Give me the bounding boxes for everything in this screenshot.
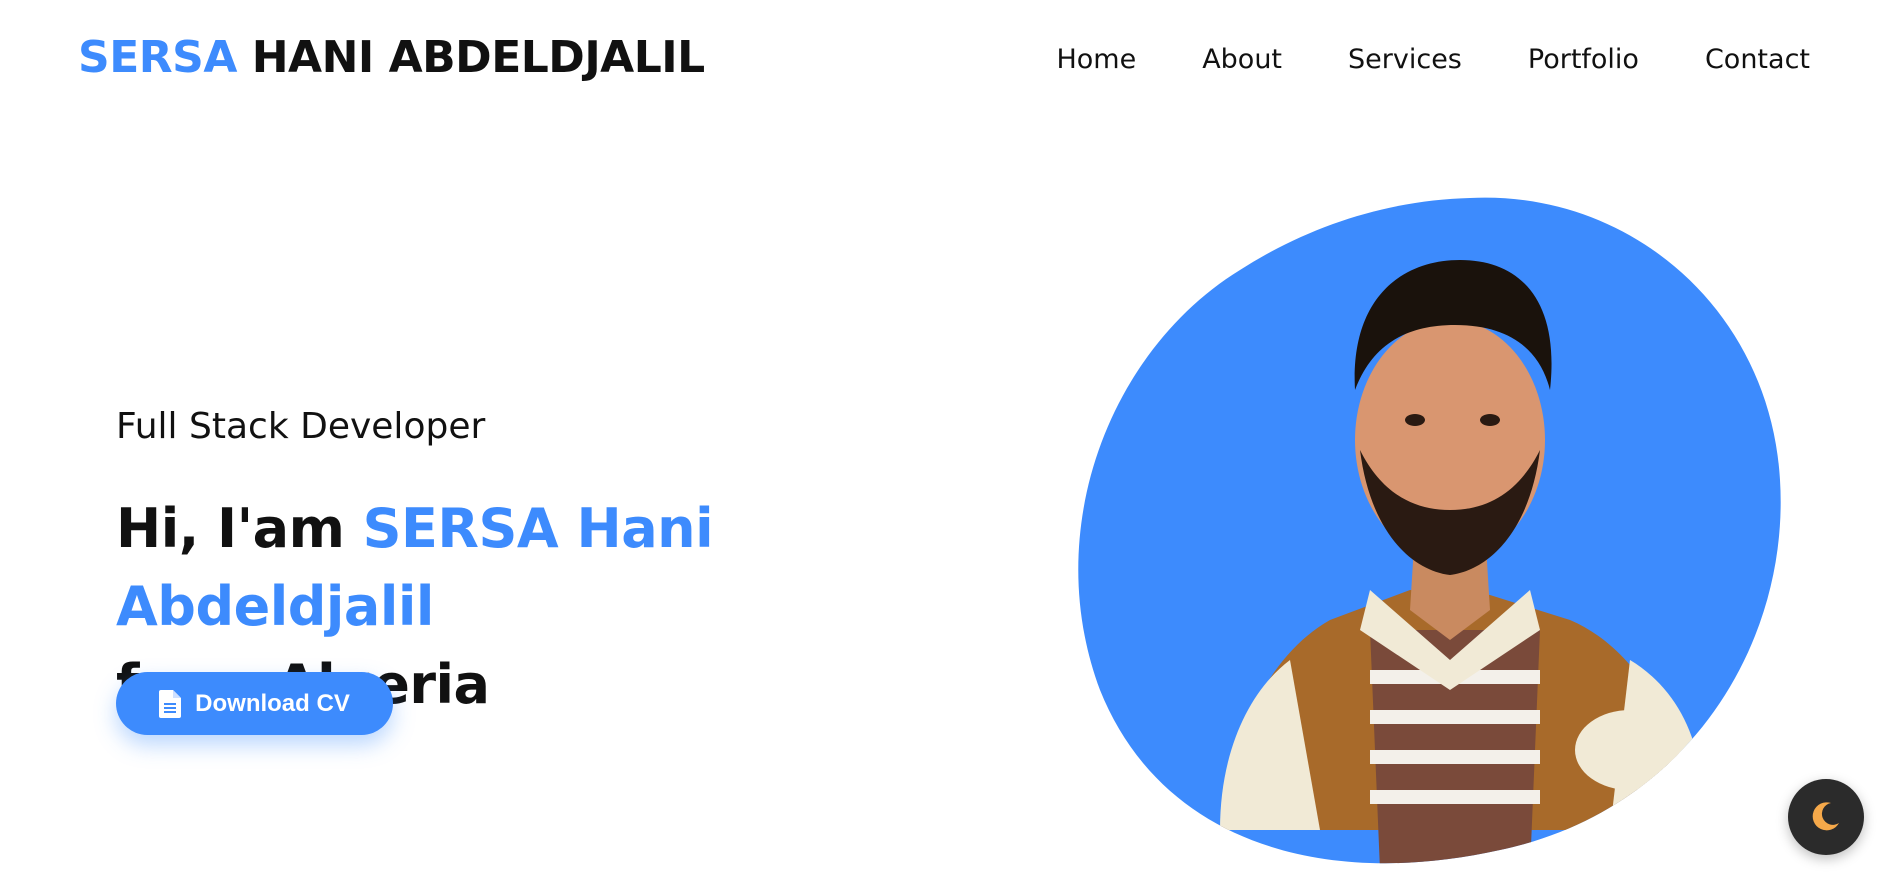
theme-toggle-button[interactable] (1788, 779, 1864, 855)
nav-portfolio[interactable]: Portfolio (1528, 44, 1639, 75)
page: SERSA HANI ABDELDJALIL Home About Servic… (0, 0, 1889, 877)
document-icon (159, 689, 182, 718)
hero-greeting: Hi, I'am (116, 497, 363, 560)
nav-home[interactable]: Home (1056, 44, 1136, 75)
logo-text: HANI ABDELDJALIL (236, 32, 705, 83)
site-logo[interactable]: SERSA HANI ABDELDJALIL (78, 32, 705, 83)
hero-role: Full Stack Developer (116, 406, 486, 447)
nav-services[interactable]: Services (1348, 44, 1462, 75)
main-nav: Home About Services Portfolio Contact (1000, 44, 1810, 75)
profile-photo-illustration (1078, 197, 1781, 864)
profile-photo (1070, 190, 1790, 870)
download-cv-label: Download CV (195, 689, 350, 717)
moon-icon (1809, 799, 1843, 836)
nav-about[interactable]: About (1202, 44, 1282, 75)
nav-contact[interactable]: Contact (1705, 44, 1810, 75)
download-cv-button[interactable]: Download CV (116, 672, 393, 735)
logo-accent: SERSA (78, 32, 237, 83)
